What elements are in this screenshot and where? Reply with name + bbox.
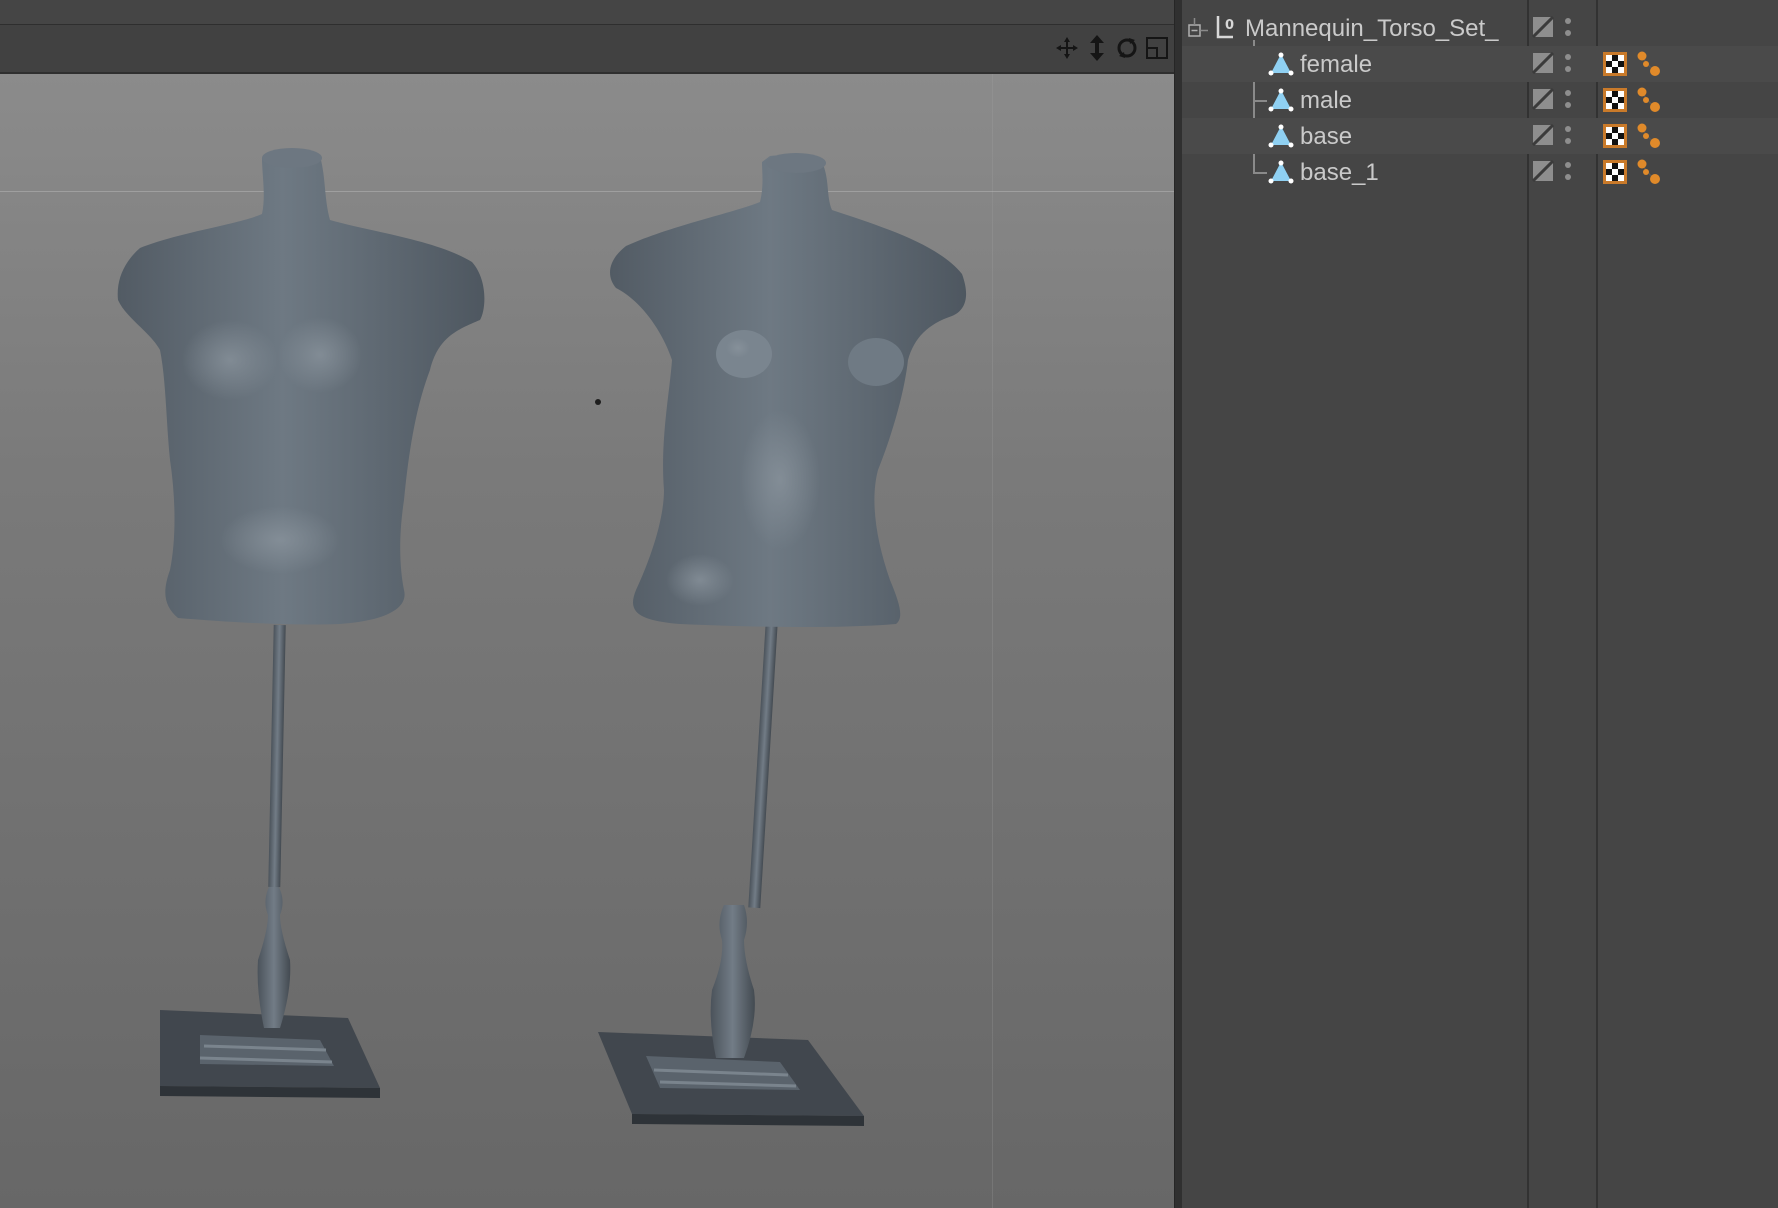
collapse-icon[interactable]: [1188, 18, 1208, 38]
texture-tag-icon[interactable]: [1603, 124, 1627, 148]
maximize-view-icon[interactable]: [1144, 34, 1170, 62]
3d-viewport[interactable]: [0, 74, 1176, 1208]
viewport-scene: [117, 148, 967, 1126]
move-view-icon[interactable]: [1054, 34, 1080, 62]
male-mannequin[interactable]: [117, 148, 485, 1098]
object-manager: 0 Mannequin_Torso_Set_ female male base …: [1182, 0, 1778, 1208]
visibility-dots-icon[interactable]: [1564, 14, 1572, 42]
viewport-pivot-dot: [595, 399, 601, 405]
null-object-icon: 0: [1216, 16, 1234, 39]
visibility-dots-icon[interactable]: [1564, 86, 1572, 114]
visibility-dots-icon[interactable]: [1564, 122, 1572, 150]
edit-visibility-icon[interactable]: [1532, 16, 1554, 38]
visibility-dots-icon[interactable]: [1564, 158, 1572, 186]
texture-tag-icon[interactable]: [1603, 88, 1627, 112]
polygon-object-icon: [1268, 52, 1294, 76]
texture-tag-icon[interactable]: [1603, 52, 1627, 76]
viewport-header: [0, 25, 1174, 74]
female-pole: [710, 621, 778, 1058]
object-name[interactable]: base: [1300, 123, 1352, 151]
object-row-base-1[interactable]: base_1: [1182, 154, 1778, 190]
phong-tag-icon[interactable]: [1635, 122, 1663, 150]
object-name[interactable]: female: [1300, 51, 1372, 79]
object-row-base[interactable]: base: [1182, 118, 1778, 154]
male-pole: [257, 624, 291, 1028]
phong-tag-icon[interactable]: [1635, 158, 1663, 186]
object-name[interactable]: Mannequin_Torso_Set_: [1245, 15, 1499, 43]
object-name[interactable]: base_1: [1300, 159, 1379, 187]
visibility-dots-icon[interactable]: [1564, 50, 1572, 78]
object-row-female[interactable]: female: [1182, 46, 1778, 82]
texture-tag-icon[interactable]: [1603, 160, 1627, 184]
edit-visibility-icon[interactable]: [1532, 88, 1554, 110]
edit-visibility-icon[interactable]: [1532, 124, 1554, 146]
object-name[interactable]: male: [1300, 87, 1352, 115]
female-torso: [610, 153, 967, 627]
polygon-object-icon: [1268, 160, 1294, 184]
polygon-object-icon: [1268, 124, 1294, 148]
phong-tag-icon[interactable]: [1635, 86, 1663, 114]
male-torso: [117, 148, 485, 625]
edit-visibility-icon[interactable]: [1532, 52, 1554, 74]
object-list-empty-area[interactable]: [1182, 190, 1778, 1208]
rotate-view-icon[interactable]: [1114, 34, 1140, 62]
polygon-object-icon: [1268, 88, 1294, 112]
object-row-root[interactable]: 0 Mannequin_Torso_Set_: [1182, 10, 1778, 46]
object-row-male[interactable]: male: [1182, 82, 1778, 118]
viewport-menu-strip: [0, 0, 1174, 25]
edit-visibility-icon[interactable]: [1532, 160, 1554, 182]
phong-tag-icon[interactable]: [1635, 50, 1663, 78]
viewport-navigation: [1054, 34, 1170, 62]
female-mannequin[interactable]: [598, 153, 967, 1126]
zoom-view-icon[interactable]: [1084, 34, 1110, 62]
svg-text:0: 0: [1225, 18, 1234, 33]
